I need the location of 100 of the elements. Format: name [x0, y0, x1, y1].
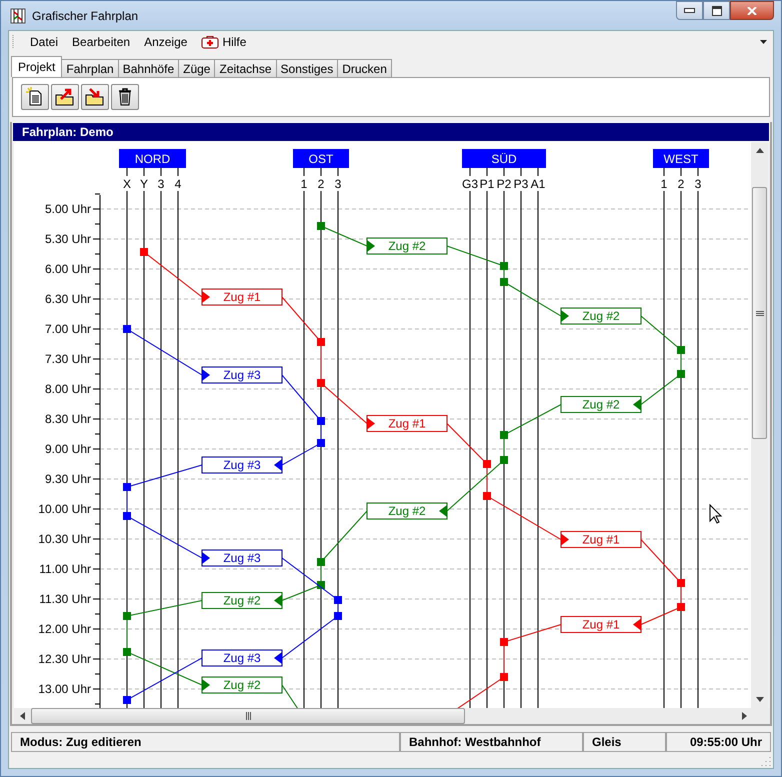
train-label[interactable]: Zug #2: [560, 396, 642, 413]
track-label: A1: [530, 177, 546, 191]
stop-marker[interactable]: [317, 439, 325, 447]
station-header: NORD: [119, 149, 186, 168]
track-label: 1: [300, 177, 308, 191]
stop-marker[interactable]: [483, 492, 491, 500]
chevron-icon[interactable]: [760, 40, 767, 44]
tab[interactable]: Sonstiges: [276, 59, 338, 77]
save-folder-button[interactable]: [81, 84, 109, 110]
scroll-thumb[interactable]: [752, 187, 767, 439]
train-label[interactable]: Zug #2: [202, 676, 282, 694]
menu-item[interactable]: Datei: [23, 35, 66, 49]
track-label: P1: [480, 177, 494, 191]
maximize-button[interactable]: [703, 1, 730, 20]
stop-marker[interactable]: [317, 558, 325, 566]
horizontal-scrollbar[interactable]: [14, 708, 770, 724]
train-label[interactable]: Zug #1: [560, 531, 642, 548]
right-arrow-icon[interactable]: [742, 712, 747, 720]
time-label: 9.30 Uhr: [44, 472, 91, 486]
stop-marker[interactable]: [500, 456, 508, 464]
stop-marker[interactable]: [500, 431, 508, 439]
train-label[interactable]: Zug #1: [560, 616, 642, 633]
stop-marker[interactable]: [677, 370, 685, 378]
track-label: P3: [514, 177, 528, 191]
time-label: 12.30 Uhr: [38, 652, 91, 666]
stop-marker[interactable]: [123, 325, 131, 333]
train-label[interactable]: Zug #3: [202, 456, 282, 474]
station-header: SÜD: [462, 149, 546, 168]
time-label: 7.30 Uhr: [44, 352, 91, 366]
track-line: [486, 168, 488, 176]
stop-marker[interactable]: [677, 346, 685, 354]
time-label: 10.30 Uhr: [38, 532, 91, 546]
track-line: [680, 168, 682, 176]
down-arrow-icon[interactable]: [756, 697, 764, 702]
vertical-scrollbar[interactable]: [751, 142, 768, 708]
first-aid-icon: [201, 36, 220, 48]
menu-item[interactable]: Hilfe: [194, 35, 254, 49]
close-icon: [747, 6, 757, 14]
tab[interactable]: Züge: [178, 59, 216, 77]
schedule-title: Fahrplan: Demo: [12, 122, 770, 142]
open-folder-button[interactable]: [51, 84, 79, 110]
stop-marker[interactable]: [123, 612, 131, 620]
menu-item[interactable]: Bearbeiten: [65, 35, 138, 49]
train-label[interactable]: Zug #2: [560, 308, 642, 324]
stop-marker[interactable]: [317, 417, 325, 425]
train-label[interactable]: Zug #2: [202, 592, 282, 609]
track-label: P2: [496, 177, 512, 191]
stop-marker[interactable]: [317, 222, 325, 230]
train-label[interactable]: Zug #3: [202, 366, 282, 384]
tab[interactable]: Bahnhöfe: [118, 59, 180, 77]
track-label: 1: [660, 177, 668, 191]
resize-grip-icon[interactable]: [761, 756, 771, 766]
tab[interactable]: Fahrplan: [61, 59, 119, 77]
time-label: 6.00 Uhr: [44, 262, 91, 276]
train-label[interactable]: Zug #2: [366, 502, 448, 520]
delete-button[interactable]: [111, 84, 139, 110]
close-button[interactable]: [730, 1, 774, 20]
train-label[interactable]: Zug #3: [202, 550, 282, 566]
tab[interactable]: Drucken: [337, 59, 392, 77]
left-arrow-icon[interactable]: [20, 712, 25, 720]
menu-item[interactable]: Anzeige: [137, 35, 194, 49]
stop-marker[interactable]: [483, 460, 491, 468]
app-icon: [10, 8, 26, 24]
stop-marker[interactable]: [334, 612, 342, 620]
time-label: 8.30 Uhr: [44, 412, 91, 426]
track-label: 2: [678, 177, 684, 191]
time-label: 9.00 Uhr: [44, 442, 91, 456]
train-label[interactable]: Zug #1: [366, 415, 448, 432]
stop-marker[interactable]: [317, 338, 325, 346]
new-document-button[interactable]: [21, 84, 49, 110]
track-label: 4: [174, 177, 182, 191]
stop-marker[interactable]: [677, 579, 685, 587]
stop-marker[interactable]: [317, 379, 325, 387]
status-panel: 09:55:00 Uhr: [666, 732, 771, 752]
stop-marker[interactable]: [500, 278, 508, 286]
stop-marker[interactable]: [500, 673, 508, 681]
stop-marker[interactable]: [123, 648, 131, 656]
stop-marker[interactable]: [123, 696, 131, 704]
train-label[interactable]: Zug #1: [202, 288, 282, 306]
stop-marker[interactable]: [500, 262, 508, 270]
stop-marker[interactable]: [334, 596, 342, 604]
stop-marker[interactable]: [123, 483, 131, 491]
train-label[interactable]: Zug #3: [202, 650, 282, 666]
stop-marker[interactable]: [140, 248, 148, 256]
track-line: [160, 168, 162, 176]
stop-marker[interactable]: [677, 603, 685, 611]
stop-marker[interactable]: [500, 638, 508, 646]
track-label: X: [123, 177, 131, 191]
scroll-thumb[interactable]: [31, 708, 465, 724]
stop-marker[interactable]: [123, 512, 131, 520]
train-label[interactable]: Zug #2: [366, 238, 448, 254]
status-panel: Gleis: [583, 732, 666, 752]
up-arrow-icon[interactable]: [756, 148, 764, 153]
track-label: G3: [462, 177, 478, 191]
minimize-button[interactable]: [676, 1, 703, 20]
time-label: 13.00 Uhr: [38, 682, 91, 696]
time-label: 11.00 Uhr: [39, 562, 91, 576]
tab[interactable]: Projekt: [11, 56, 62, 77]
tab[interactable]: Zeitachse: [214, 59, 277, 77]
time-label: 5.00 Uhr: [44, 202, 91, 216]
